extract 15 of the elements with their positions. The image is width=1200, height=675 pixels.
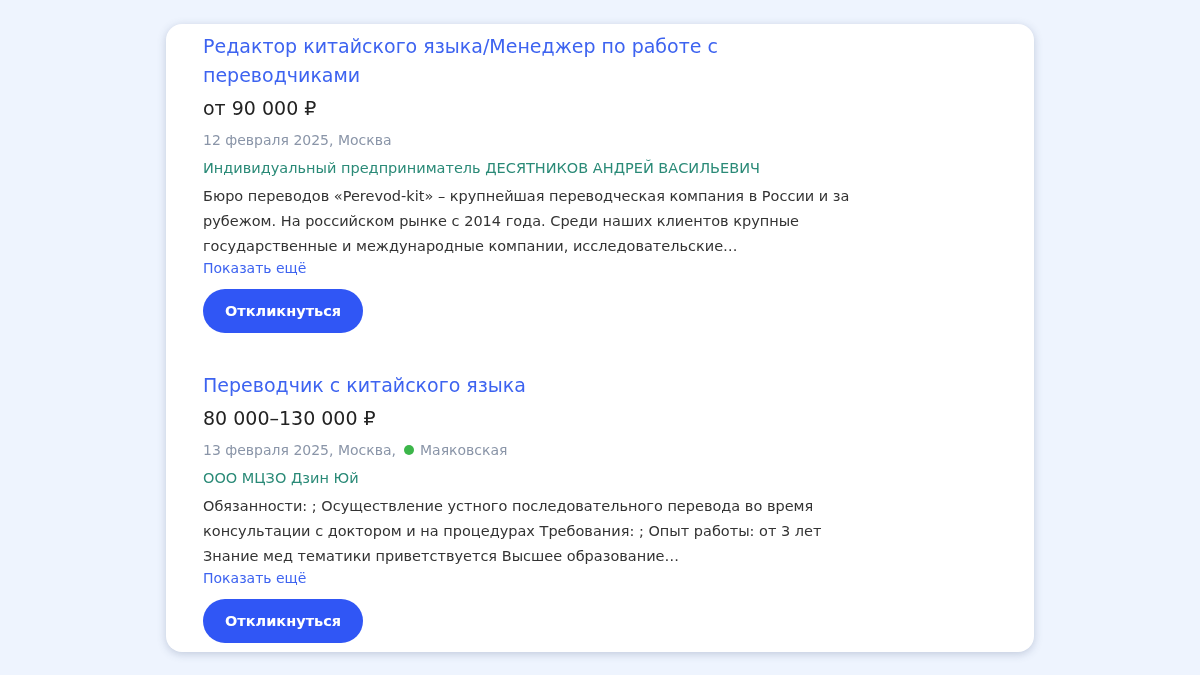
employer-link[interactable]: ООО МЦЗО Дзин Юй [203,468,359,488]
show-more-link[interactable]: Показать ещё [203,259,307,277]
employer-link[interactable]: Индивидуальный предприниматель ДЕСЯТНИКОВ АНДРЕЙ ВАСИЛЬЕВИЧ [203,158,760,178]
date-location-text: 13 февраля 2025, Москва, [203,441,396,460]
date-location-text: 12 февраля 2025, Москва [203,131,392,150]
salary-text: от 90 000 ₽ [203,96,317,120]
show-more-link[interactable]: Показать ещё [203,569,307,587]
salary-text: 80 000–130 000 ₽ [203,406,376,430]
vacancy-description: Обязанности: ; Осуществление устного последовательного перевода во время консультации с доктором и на процедурах Требования: ; Опыт работы: от 3 лет Знание мед тематики приветствуется Высшее образование… [203,497,823,566]
vacancy-title-link[interactable]: Редактор китайского языка/Менеджер по работе с переводчиками [203,32,763,90]
metro-station-text: Маяковская [420,441,508,460]
vacancy-description: Бюро переводов «Perevod-kit» – крупнейшая переводческая компания в России и за рубежом. На российском рынке с 2014 года. Среди наших клиентов крупные государственные и международные компании, исследовательские… [203,187,851,256]
respond-button[interactable]: Откликнуться [203,599,364,643]
respond-button[interactable]: Откликнуться [203,289,364,333]
vacancy-title-link[interactable]: Переводчик с китайского языка [203,371,763,400]
